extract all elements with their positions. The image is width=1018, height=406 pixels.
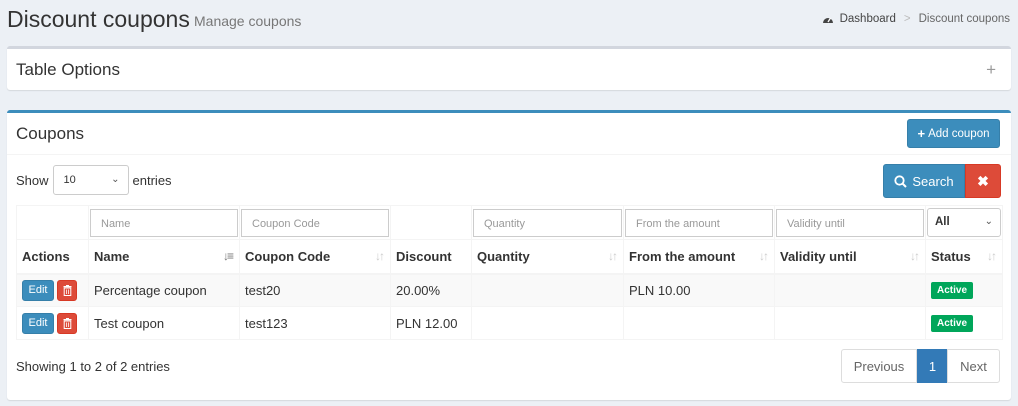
trash-icon	[63, 317, 71, 329]
entries-label: entries	[132, 172, 172, 188]
column-header-name[interactable]: Name ↓≡	[88, 239, 240, 275]
chevron-down-icon: ⌄	[984, 216, 993, 227]
status-filter-value: All	[935, 216, 950, 228]
sort-icon: ↓↑	[987, 249, 997, 263]
column-header-status-label: Status	[931, 248, 971, 264]
chevron-down-icon: ⌄	[111, 174, 120, 185]
page-1-button[interactable]: 1	[917, 349, 948, 383]
coupons-box: Coupons + Add coupon Show 10 ⌄ entries S…	[7, 110, 1011, 400]
cell-name: Test coupon	[88, 306, 240, 340]
sort-icon: ↓↑	[759, 249, 769, 263]
search-button[interactable]: Search	[883, 164, 965, 198]
cell-validity	[774, 273, 926, 307]
breadcrumb: Dashboard > Discount coupons	[822, 13, 1010, 25]
page-length-control: Show 10 ⌄ entries	[16, 165, 172, 195]
column-header-actions: Actions	[16, 239, 89, 275]
table-options-title: Table Options	[16, 60, 120, 79]
breadcrumb-dashboard-link[interactable]: Dashboard	[840, 13, 896, 25]
column-header-quantity[interactable]: Quantity ↓↑	[471, 239, 624, 275]
sort-descending-icon: ↓≡	[222, 249, 234, 263]
cell-from-amount: PLN 10.00	[623, 273, 775, 307]
page-length-value: 10	[63, 174, 76, 186]
page-length-select[interactable]: 10 ⌄	[52, 165, 129, 195]
sort-icon: ↓↑	[910, 249, 920, 263]
table-header-row: Actions Name ↓≡ Coupon Code ↓↑ Discount Qu…	[16, 239, 1003, 275]
dashboard-icon	[822, 17, 833, 23]
plus-icon: +	[917, 126, 926, 141]
code-filter-input[interactable]: Coupon Code	[241, 208, 389, 237]
column-header-validity[interactable]: Validity until ↓↑	[774, 239, 926, 275]
column-header-from-amount-label: From the amount	[629, 248, 736, 264]
filter-cell-discount	[390, 205, 472, 240]
edit-button[interactable]: Edit	[22, 312, 54, 334]
cell-quantity	[471, 273, 624, 307]
column-header-discount: Discount	[390, 239, 472, 275]
delete-button[interactable]	[57, 312, 77, 334]
filter-cell-actions	[16, 205, 89, 240]
page-subtitle: Manage coupons	[194, 13, 302, 29]
add-coupon-label: Add coupon	[928, 127, 990, 140]
column-header-validity-label: Validity until	[780, 248, 857, 264]
cell-discount: PLN 12.00	[390, 306, 472, 340]
next-page-button[interactable]: Next	[947, 349, 1000, 383]
column-header-from-amount[interactable]: From the amount ↓↑	[623, 239, 775, 275]
status-badge: Active	[931, 282, 974, 300]
header-divider	[7, 154, 1011, 155]
cell-code: test20	[239, 273, 391, 307]
cell-from-amount	[623, 306, 775, 340]
status-badge: Active	[931, 315, 974, 332]
search-label: Search	[912, 173, 954, 189]
filter-row: Name Coupon Code Quantity From the amoun…	[16, 205, 1003, 240]
add-coupon-button[interactable]: + Add coupon	[907, 119, 1000, 148]
delete-button[interactable]	[57, 279, 77, 301]
status-filter-select[interactable]: All ⌄	[927, 208, 1001, 237]
validity-filter-input[interactable]: Validity until	[776, 208, 924, 237]
page-header: Discount coupons Manage coupons Dashboar…	[0, 0, 1018, 44]
cell-quantity	[471, 306, 624, 340]
quantity-filter-input[interactable]: Quantity	[473, 208, 622, 237]
search-icon	[894, 174, 908, 188]
expand-icon[interactable]: +	[986, 60, 996, 80]
column-header-code[interactable]: Coupon Code ↓↑	[239, 239, 391, 275]
table-options-box: Table Options +	[7, 46, 1011, 90]
from-amount-filter-input[interactable]: From the amount	[625, 208, 773, 237]
cell-name: Percentage coupon	[88, 273, 240, 307]
cell-discount: 20.00%	[390, 273, 472, 307]
column-header-name-label: Name	[94, 248, 130, 264]
breadcrumb-separator: >	[903, 13, 911, 25]
table-row: Edit Test coupon test123 PLN 12.00 Activ…	[16, 306, 1003, 340]
table-row: Edit Percentage coupon test20 20.00% PLN…	[16, 273, 1003, 307]
table-info: Showing 1 to 2 of 2 entries	[16, 359, 170, 374]
coupons-title: Coupons	[16, 124, 85, 143]
name-filter-input[interactable]: Name	[90, 208, 238, 237]
page-title: Discount coupons	[7, 6, 190, 32]
column-header-status[interactable]: Status ↓↑	[925, 239, 1003, 275]
column-header-quantity-label: Quantity	[477, 248, 530, 264]
show-label: Show	[16, 172, 49, 188]
cell-code: test123	[239, 306, 391, 340]
trash-icon	[63, 284, 71, 296]
cell-validity	[774, 306, 926, 340]
clear-filters-button[interactable]: ✖	[965, 164, 1001, 198]
pagination: Previous 1 Next	[841, 349, 1000, 383]
coupons-table: Name Coupon Code Quantity From the amoun…	[16, 205, 1003, 340]
edit-button[interactable]: Edit	[22, 279, 54, 301]
breadcrumb-current: Discount coupons	[918, 13, 1010, 25]
column-header-code-label: Coupon Code	[245, 248, 331, 264]
previous-page-button[interactable]: Previous	[841, 349, 917, 383]
sort-icon: ↓↑	[608, 249, 618, 263]
sort-icon: ↓↑	[375, 249, 385, 263]
